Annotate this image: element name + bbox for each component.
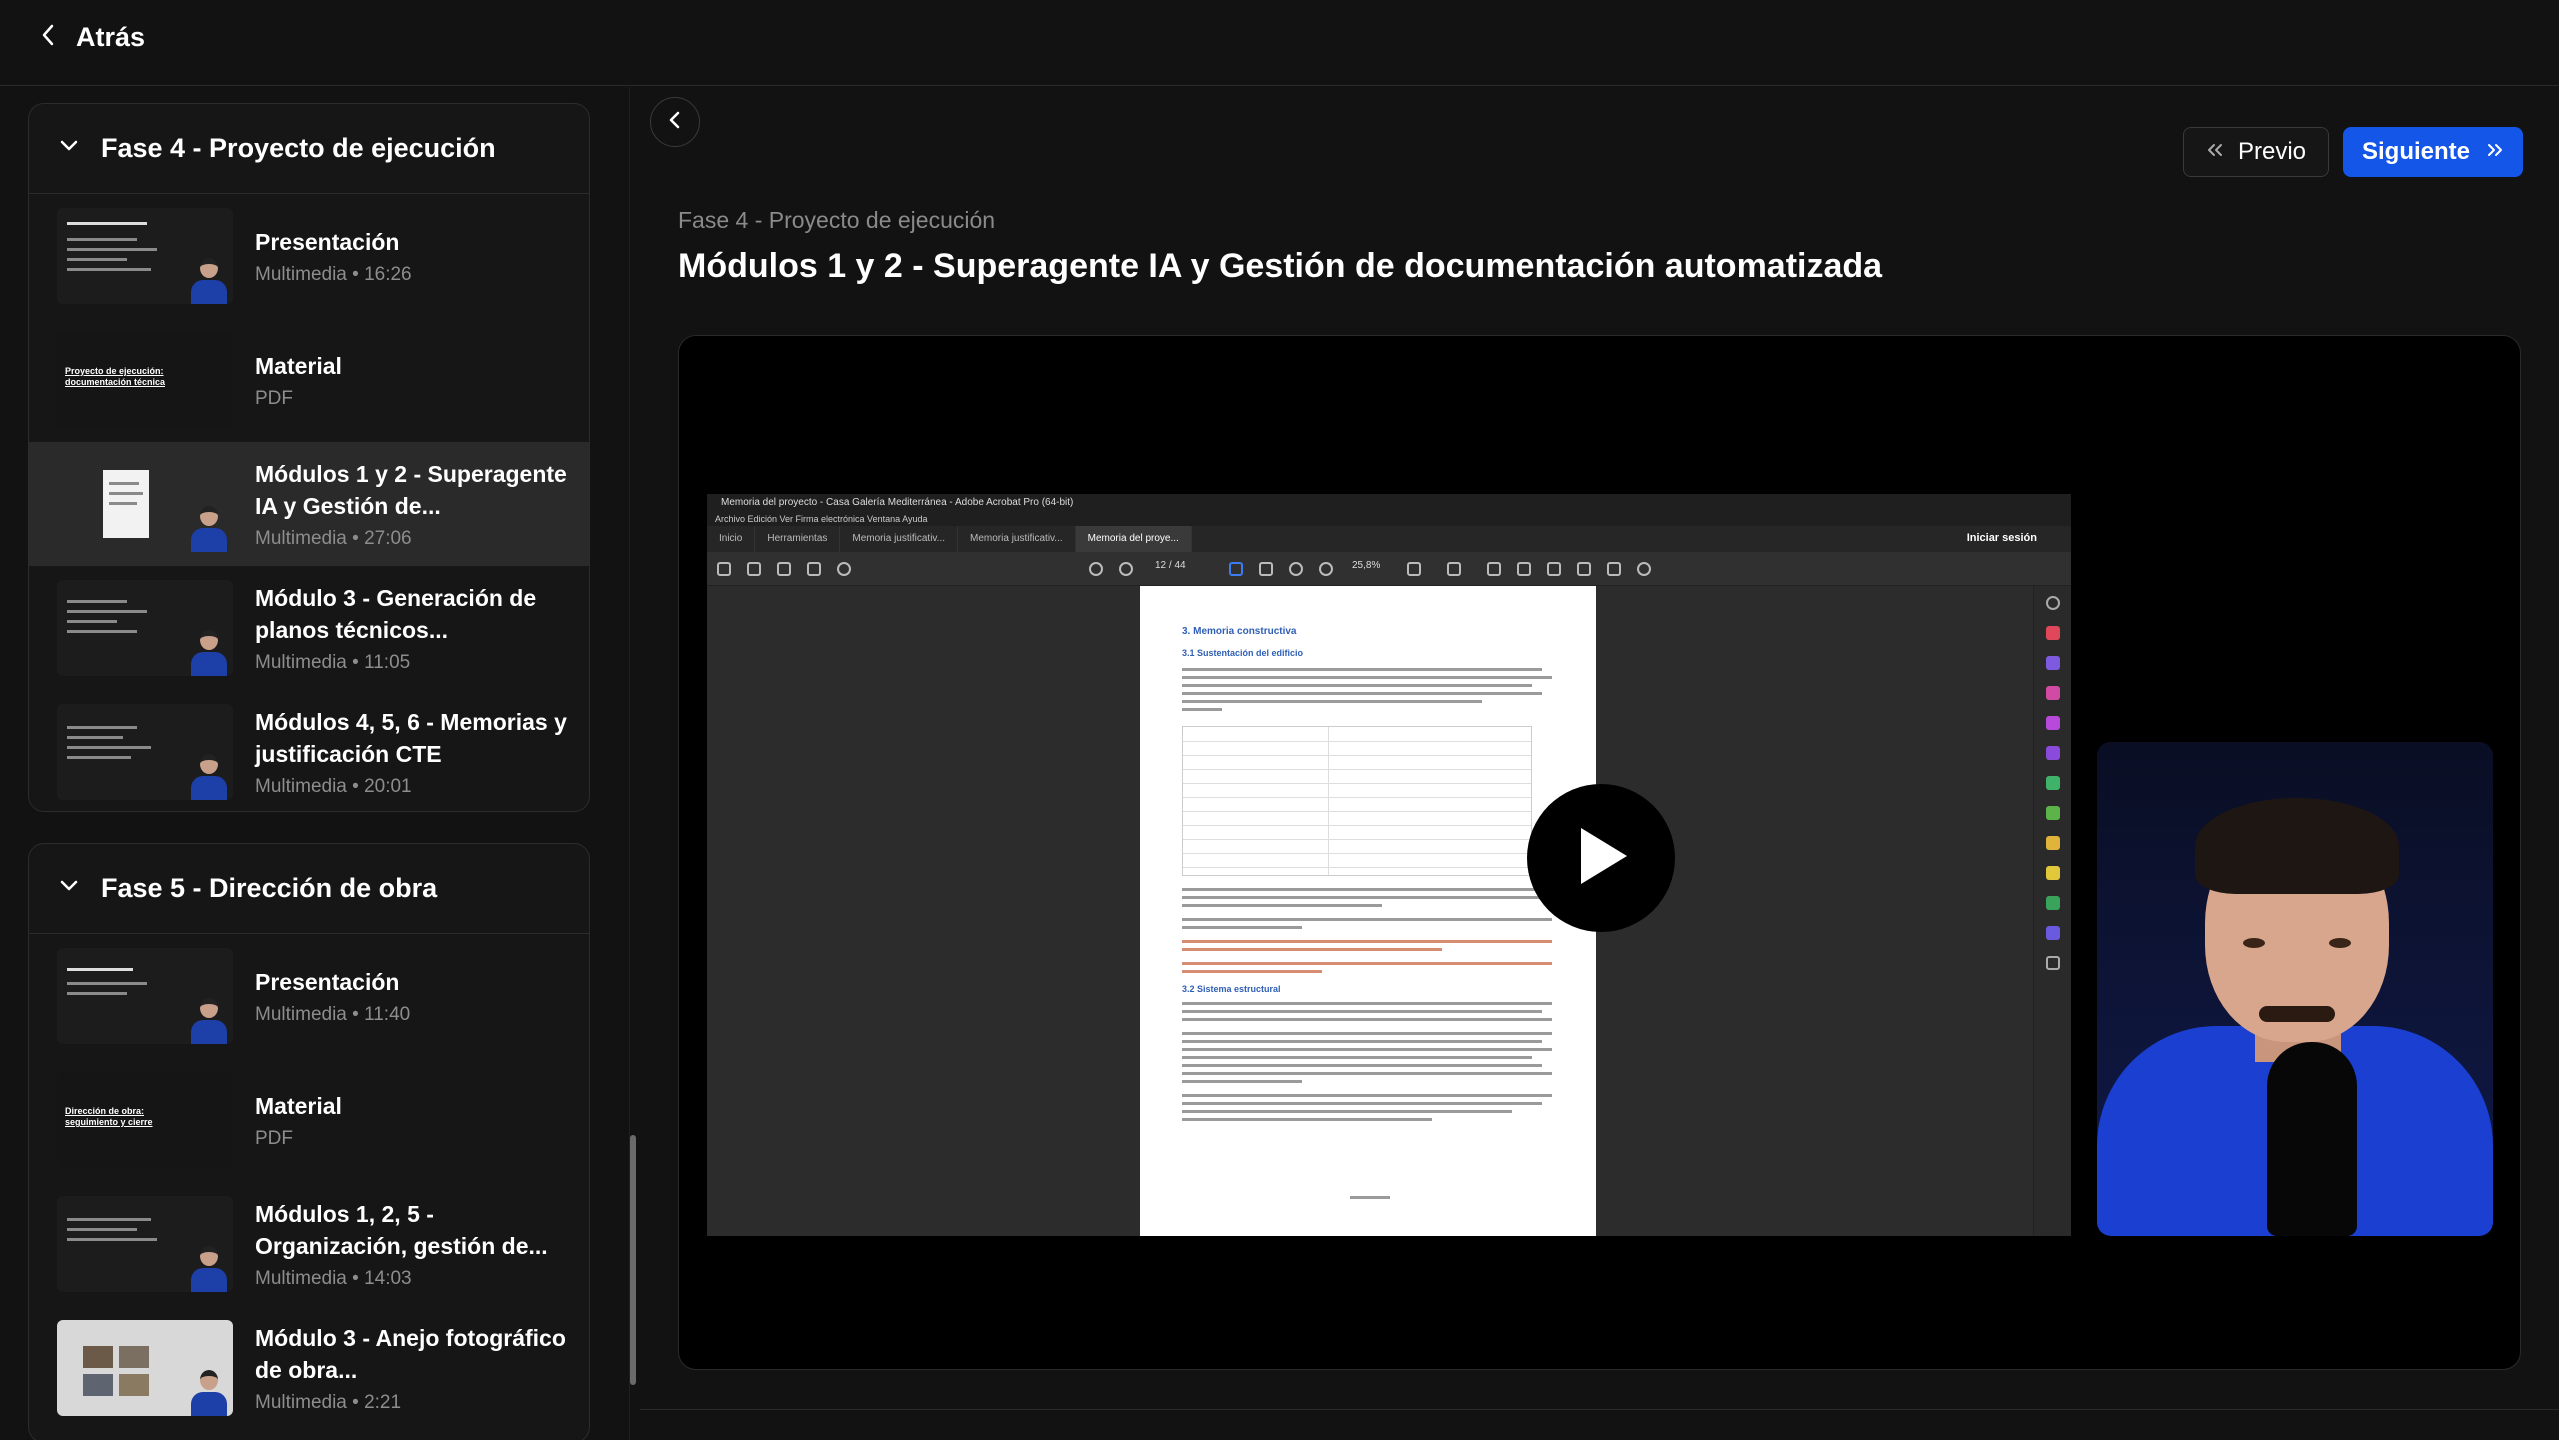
previous-label: Previo: [2237, 138, 2307, 165]
main-content: Previo Siguiente Fase 4 - Proyecto de ej…: [640, 87, 2559, 1440]
lesson-item[interactable]: Módulos 4, 5, 6 - Memorias y justificaci…: [29, 690, 589, 811]
acrobat-tabs: Inicio Herramientas Memoria justificativ…: [707, 526, 2071, 552]
sidebar-scrollbar-thumb[interactable]: [630, 1135, 636, 1385]
chevron-down-icon: [59, 879, 79, 898]
phase-4-section: Fase 4 - Proyecto de ejecución Presentac…: [28, 103, 590, 812]
lesson-title: Módulos 1 y 2 - Superagente IA y Gestión…: [255, 461, 567, 519]
lesson-thumbnail: [57, 948, 233, 1044]
lesson-item[interactable]: Proyecto de ejecución: documentación téc…: [29, 318, 589, 442]
pdf-subheading: 3.2 Sistema estructural: [1182, 984, 1281, 994]
lesson-meta: Multimedia • 14:03: [255, 1268, 412, 1289]
next-button[interactable]: Siguiente: [2343, 127, 2523, 177]
acrobat-tab: Herramientas: [755, 526, 841, 552]
page-title: Módulos 1 y 2 - Superagente IA y Gestión…: [678, 247, 1883, 285]
lesson-thumbnail: [57, 1196, 233, 1292]
lesson-thumbnail: [57, 1320, 233, 1416]
lesson-title: Módulo 3 - Anejo fotográfico de obra...: [255, 1325, 566, 1383]
acrobat-tab: Memoria justificativ...: [958, 526, 1076, 552]
lesson-title: Material: [255, 1093, 342, 1119]
acrobat-tab-current: Memoria del proye...: [1075, 526, 1192, 552]
lesson-thumbnail: Dirección de obra: seguimiento y cierre: [57, 1072, 233, 1168]
lesson-title: Módulos 1, 2, 5 - Organización, gestión …: [255, 1201, 548, 1259]
lesson-item[interactable]: Módulos 1, 2, 5 - Organización, gestión …: [29, 1182, 589, 1306]
acrobat-tools-sidebar: [2033, 586, 2071, 1236]
lesson-item[interactable]: Dirección de obra: seguimiento y cierre …: [29, 1058, 589, 1182]
phase-4-header[interactable]: Fase 4 - Proyecto de ejecución: [29, 104, 589, 194]
play-icon: [1571, 824, 1631, 893]
collapse-sidebar-button[interactable]: [650, 97, 700, 147]
lesson-item[interactable]: Módulo 3 - Generación de planos técnicos…: [29, 566, 589, 690]
back-button[interactable]: Atrás: [40, 22, 145, 53]
lesson-item[interactable]: Presentación Multimedia • 16:26: [29, 194, 589, 318]
acrobat-page-indicator: 12 / 44: [1155, 560, 1186, 571]
pdf-table: [1182, 726, 1532, 876]
lesson-meta: Multimedia • 11:40: [255, 1004, 411, 1025]
acrobat-zoom: 25,8%: [1352, 560, 1381, 571]
lesson-item[interactable]: Módulo 3 - Anejo fotográfico de obra... …: [29, 1306, 589, 1430]
lesson-meta: Multimedia • 2:21: [255, 1392, 402, 1413]
previous-button[interactable]: Previo: [2183, 127, 2329, 177]
lesson-item-active[interactable]: Módulos 1 y 2 - Superagente IA y Gestión…: [29, 442, 589, 566]
acrobat-signin: Iniciar sesión: [1966, 532, 2037, 544]
lesson-meta: Multimedia • 27:06: [255, 528, 412, 549]
pdf-page: 3. Memoria constructiva 3.1 Sustentación…: [1140, 586, 1596, 1236]
acrobat-toolbar: [707, 552, 2071, 586]
play-button[interactable]: [1527, 784, 1675, 932]
acrobat-tab: Inicio: [707, 526, 756, 552]
lesson-thumbnail: Proyecto de ejecución: documentación téc…: [57, 332, 233, 428]
chevrons-right-icon: [2486, 143, 2504, 162]
video-player[interactable]: Memoria del proyecto - Casa Galería Medi…: [678, 335, 2521, 1370]
lesson-thumbnail: [57, 456, 233, 552]
phase-title: Fase 5 - Dirección de obra: [101, 873, 438, 903]
top-bar: Atrás: [0, 0, 2559, 86]
acrobat-titlebar: Memoria del proyecto - Casa Galería Medi…: [707, 494, 2071, 512]
chevron-down-icon: [59, 139, 79, 158]
lesson-title: Módulo 3 - Generación de planos técnicos…: [255, 585, 537, 643]
lesson-title: Módulos 4, 5, 6 - Memorias y justificaci…: [255, 709, 567, 767]
lesson-item[interactable]: Presentación Multimedia • 11:40: [29, 934, 589, 1058]
pdf-subheading: 3.1 Sustentación del edificio: [1182, 648, 1304, 658]
lesson-thumbnail: [57, 704, 233, 800]
phase-5-section: Fase 5 - Dirección de obra Presentación …: [28, 843, 590, 1440]
acrobat-menubar: Archivo Edición Ver Firma electrónica Ve…: [707, 512, 2071, 526]
sidebar: Fase 4 - Proyecto de ejecución Presentac…: [0, 87, 630, 1440]
divider: [640, 1409, 2559, 1410]
chevrons-left-icon: [2206, 143, 2224, 162]
thumbnail-caption: Dirección de obra: seguimiento y cierre: [65, 1106, 153, 1127]
lesson-title: Material: [255, 353, 342, 379]
lesson-title: Presentación: [255, 969, 400, 995]
acrobat-tab: Memoria justificativ...: [840, 526, 959, 552]
breadcrumb: Fase 4 - Proyecto de ejecución: [678, 207, 996, 233]
lesson-thumbnail: [57, 580, 233, 676]
thumbnail-caption: Proyecto de ejecución: documentación téc…: [65, 366, 166, 387]
chevron-left-icon: [40, 22, 56, 53]
lesson-meta: PDF: [255, 1128, 293, 1149]
lesson-thumbnail: [57, 208, 233, 304]
pdf-heading: 3. Memoria constructiva: [1182, 626, 1297, 637]
webcam-overlay: [2097, 742, 2493, 1236]
lesson-meta: Multimedia • 20:01: [255, 776, 412, 797]
chevron-left-icon: [668, 110, 682, 135]
next-label: Siguiente: [2361, 138, 2470, 165]
lesson-meta: Multimedia • 11:05: [255, 652, 411, 673]
back-label: Atrás: [76, 22, 146, 52]
video-frame-acrobat: Memoria del proyecto - Casa Galería Medi…: [707, 494, 2071, 1236]
lesson-meta: Multimedia • 16:26: [255, 264, 412, 285]
phase-title: Fase 4 - Proyecto de ejecución: [101, 133, 496, 163]
lesson-meta: PDF: [255, 388, 293, 409]
lesson-title: Presentación: [255, 229, 400, 255]
phase-5-header[interactable]: Fase 5 - Dirección de obra: [29, 844, 589, 934]
